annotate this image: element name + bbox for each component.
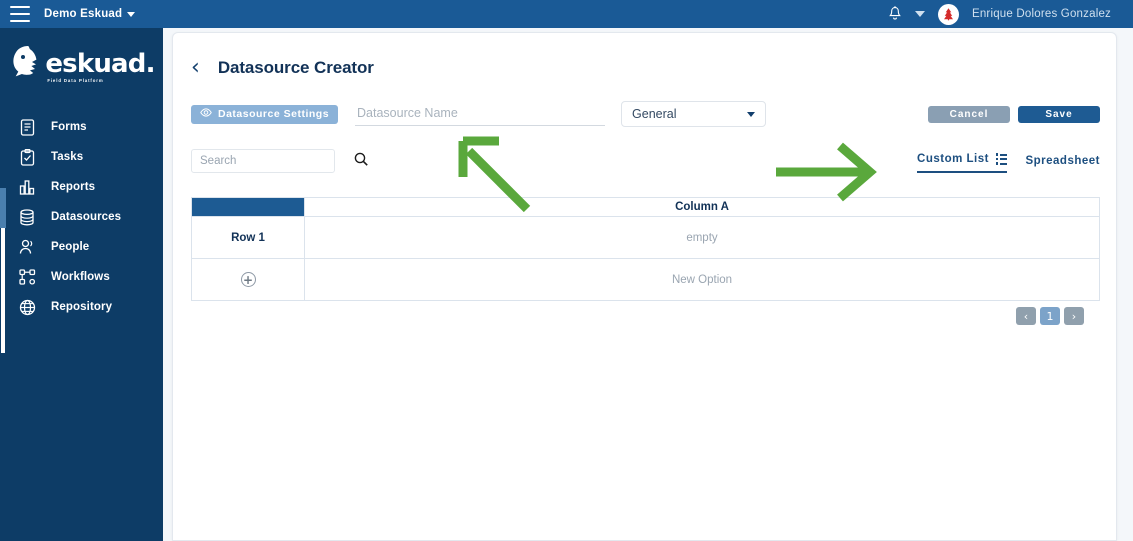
chevron-down-icon [747,111,756,117]
tree-avatar-icon [943,8,953,21]
tab-spreadsheet[interactable]: Spreadsheet [1025,155,1100,173]
app-root: Demo Eskuad Enrique Dolores Gonzalez esk… [0,0,1133,541]
eye-icon [200,108,212,120]
page-title: Datasource Creator [217,58,374,77]
sidebar-item-workflows[interactable]: Workflows [0,262,163,292]
table-column-header[interactable]: Column A [304,197,1100,217]
chevron-left-icon[interactable]: ‹ [191,57,200,79]
pagination-page-1[interactable]: 1 [1040,307,1060,325]
sidebar-item-label: Reports [51,181,96,193]
tab-custom-list-label: Custom List [917,153,989,165]
notification-bell-icon[interactable] [888,6,902,22]
datasource-name-input[interactable] [355,102,606,126]
sidebar-item-label: Tasks [51,151,84,163]
sidebar-item-reports[interactable]: Reports [0,172,163,202]
search-icon[interactable] [354,152,368,171]
category-select[interactable]: General [621,101,767,127]
sidebar-item-label: Workflows [51,271,110,283]
clipboard-check-icon [18,148,36,166]
database-icon [18,208,36,226]
sidebar-item-forms[interactable]: Forms [0,112,163,142]
sidebar-item-label: Forms [51,121,87,133]
tab-custom-list[interactable]: Custom List [917,153,1008,173]
table-add-row: + New Option [191,258,1100,301]
filter-row: Custom List Spreadsheet [173,127,1116,173]
bar-chart-icon [18,178,36,196]
sidebar-scrollbar-thumb[interactable] [0,188,6,228]
sidebar-scrollbar-track[interactable] [1,228,5,353]
table-row: Row 1 empty [191,216,1100,259]
logo-dot: . [145,49,156,79]
datasource-table-wrap: Column A Row 1 empty + New Option ‹ 1 › [173,173,1116,325]
username-label: Enrique Dolores Gonzalez [971,8,1111,20]
datasource-table: Column A Row 1 empty + New Option [191,197,1100,301]
table-header-row: Column A [191,197,1100,217]
eskuad-dog-logo-icon [13,46,37,77]
plus-circle-icon[interactable]: + [240,272,256,287]
row-cell[interactable]: empty [304,216,1100,259]
people-icon [18,238,36,256]
category-select-value: General [632,107,677,121]
action-buttons: Cancel Save [928,105,1100,123]
top-bar-right: Enrique Dolores Gonzalez [888,3,1111,25]
page-header: ‹ Datasource Creator [173,33,1116,79]
chevron-down-icon [127,11,136,17]
logo-tagline: Field Data Platform [47,78,104,83]
hamburger-menu-icon[interactable] [10,6,30,22]
datasource-settings-label: Datasource Settings [218,108,330,120]
view-tabs: Custom List Spreadsheet [917,153,1100,173]
user-menu-chevron-down-icon[interactable] [914,11,925,17]
globe-icon [18,298,36,316]
sidebar-item-repository[interactable]: Repository [0,292,163,322]
table-corner-cell [191,197,305,217]
sidebar-item-label: Repository [51,301,113,313]
sidebar-nav: Forms Tasks Reports Datasources People W… [0,112,163,322]
workflow-icon [18,268,36,286]
editor-toolbar: Datasource Settings General Cancel Save [173,79,1116,127]
sidebar-item-tasks[interactable]: Tasks [0,142,163,172]
sidebar-item-people[interactable]: People [0,232,163,262]
pagination-next-button[interactable]: › [1064,307,1084,325]
brand-logo: eskuad. Field Data Platform [0,28,163,90]
new-option-cell[interactable]: New Option [304,258,1100,301]
sidebar: eskuad. Field Data Platform Forms Tasks … [0,28,163,541]
datasource-settings-button[interactable]: Datasource Settings [191,104,339,124]
avatar[interactable] [937,3,959,25]
sidebar-item-label: Datasources [51,211,122,223]
list-icon [995,153,1008,165]
pagination: ‹ 1 › [191,301,1100,325]
top-bar: Demo Eskuad Enrique Dolores Gonzalez [0,0,1133,28]
row-label: Row 1 [191,216,305,259]
tab-spreadsheet-label: Spreadsheet [1025,155,1100,167]
tenant-selector[interactable]: Demo Eskuad [44,8,136,20]
sidebar-item-datasources[interactable]: Datasources [0,202,163,232]
logo-wordmark: eskuad [45,49,146,79]
sidebar-item-label: People [51,241,90,253]
cancel-button[interactable]: Cancel [928,105,1010,123]
main-panel: ‹ Datasource Creator Datasource Settings… [172,32,1117,541]
tenant-label: Demo Eskuad [44,8,123,20]
search-input[interactable] [200,155,354,167]
pagination-prev-button[interactable]: ‹ [1016,307,1036,325]
search-box[interactable] [191,149,368,173]
save-button[interactable]: Save [1018,105,1100,123]
add-row-cell: + [191,258,305,301]
document-icon [18,118,36,136]
